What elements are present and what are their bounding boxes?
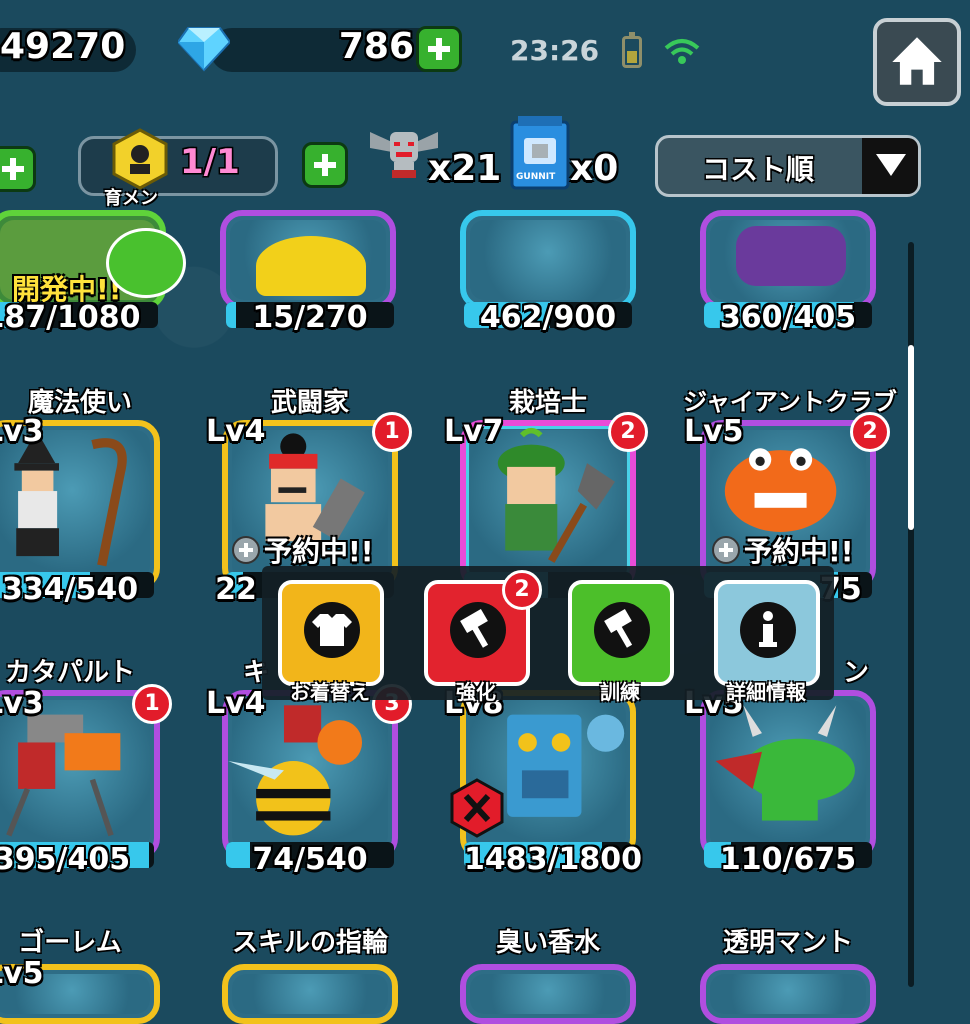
progress-text: 110/675 bbox=[719, 842, 857, 877]
farmer-icon bbox=[497, 427, 615, 563]
hammer-icon bbox=[604, 608, 633, 648]
change-outfit-label: お着替え bbox=[290, 680, 370, 704]
add-left-button[interactable] bbox=[0, 146, 36, 192]
progress-text: 334/540 bbox=[1, 572, 139, 607]
battery-icon bbox=[622, 32, 642, 68]
unit-name: カタパルト bbox=[4, 658, 135, 688]
unit-name: ゴーレム bbox=[18, 928, 122, 958]
wizard-icon bbox=[14, 430, 127, 567]
progress-text: 74/540 bbox=[252, 842, 368, 877]
reserved-label: 予約中!! bbox=[264, 535, 374, 568]
unit-card-r0c4[interactable] bbox=[700, 210, 876, 310]
details-button[interactable] bbox=[714, 580, 820, 686]
goblin-count: x21 bbox=[428, 148, 502, 189]
unit-name: 臭い香水 bbox=[495, 928, 600, 958]
notification-badge: 2 bbox=[850, 412, 890, 452]
unit-level: Lv4 bbox=[206, 414, 266, 449]
attack-badge-icon bbox=[450, 778, 504, 838]
box-count: x0 bbox=[570, 148, 619, 189]
unit-level: Lv3 bbox=[0, 414, 44, 449]
reserve-plus-icon bbox=[712, 536, 740, 564]
unit-card-perfume[interactable] bbox=[460, 964, 636, 1024]
unit-card-r0c3[interactable] bbox=[460, 210, 636, 310]
dev-badge-icon bbox=[106, 228, 186, 298]
home-button[interactable] bbox=[873, 18, 961, 106]
info-icon bbox=[759, 611, 777, 647]
shirt-icon bbox=[312, 614, 352, 646]
unit-level: Lv5 bbox=[0, 956, 44, 991]
upgrade-label: 強化 bbox=[456, 680, 496, 704]
ikumen-label: 育メン bbox=[104, 188, 158, 209]
hammer-icon bbox=[460, 608, 489, 648]
unit-name: スキルの指輪 bbox=[231, 928, 388, 958]
add-gems-button[interactable] bbox=[416, 26, 462, 72]
unit-name: 透明マント bbox=[722, 928, 853, 958]
progress-text: 1483/1800 bbox=[464, 842, 642, 877]
progress-text: 395/405 bbox=[0, 842, 131, 877]
progress-text: 187/1080 bbox=[0, 300, 141, 335]
unit-card-r0c2[interactable] bbox=[220, 210, 396, 310]
progress-text: 462/900 bbox=[479, 300, 617, 335]
gem-count: 786 bbox=[338, 26, 414, 67]
progress-text: 360/405 bbox=[719, 300, 857, 335]
train-label: 訓練 bbox=[600, 680, 640, 704]
chevron-down-icon[interactable] bbox=[862, 138, 918, 194]
coin-count: 49270 bbox=[0, 26, 126, 67]
diamond-icon bbox=[178, 27, 230, 72]
ikumen-count: 1/1 bbox=[180, 142, 240, 182]
wifi-icon bbox=[664, 39, 700, 64]
sort-label: コスト順 bbox=[702, 153, 815, 186]
reserved-label: 予約中!! bbox=[744, 535, 854, 568]
ikumen-icon bbox=[112, 128, 168, 190]
unit-name: ン bbox=[842, 658, 869, 688]
unit-level: Lv4 bbox=[206, 686, 266, 721]
notification-badge: 2 bbox=[502, 570, 542, 610]
progress-text: 15/270 bbox=[252, 300, 368, 335]
unit-card-skill-ring[interactable] bbox=[222, 964, 398, 1024]
details-label: 詳細情報 bbox=[726, 680, 806, 704]
clock-time: 23:26 bbox=[510, 34, 600, 67]
notification-badge: 2 bbox=[608, 412, 648, 452]
scrollbar-thumb[interactable] bbox=[908, 345, 914, 530]
change-outfit-button[interactable] bbox=[278, 580, 384, 686]
add-ikumen-button[interactable] bbox=[302, 142, 348, 188]
home-icon bbox=[892, 37, 942, 85]
unit-level: Lv7 bbox=[444, 414, 504, 449]
reserve-plus-icon bbox=[232, 536, 260, 564]
notification-badge: 1 bbox=[372, 412, 412, 452]
unit-level: Lv5 bbox=[684, 414, 744, 449]
train-button[interactable] bbox=[568, 580, 674, 686]
unit-level: Lv3 bbox=[0, 686, 44, 721]
notification-badge: 1 bbox=[132, 684, 172, 724]
box-icon-text: GUNNIT bbox=[516, 172, 556, 182]
unit-card-cloak[interactable] bbox=[700, 964, 876, 1024]
